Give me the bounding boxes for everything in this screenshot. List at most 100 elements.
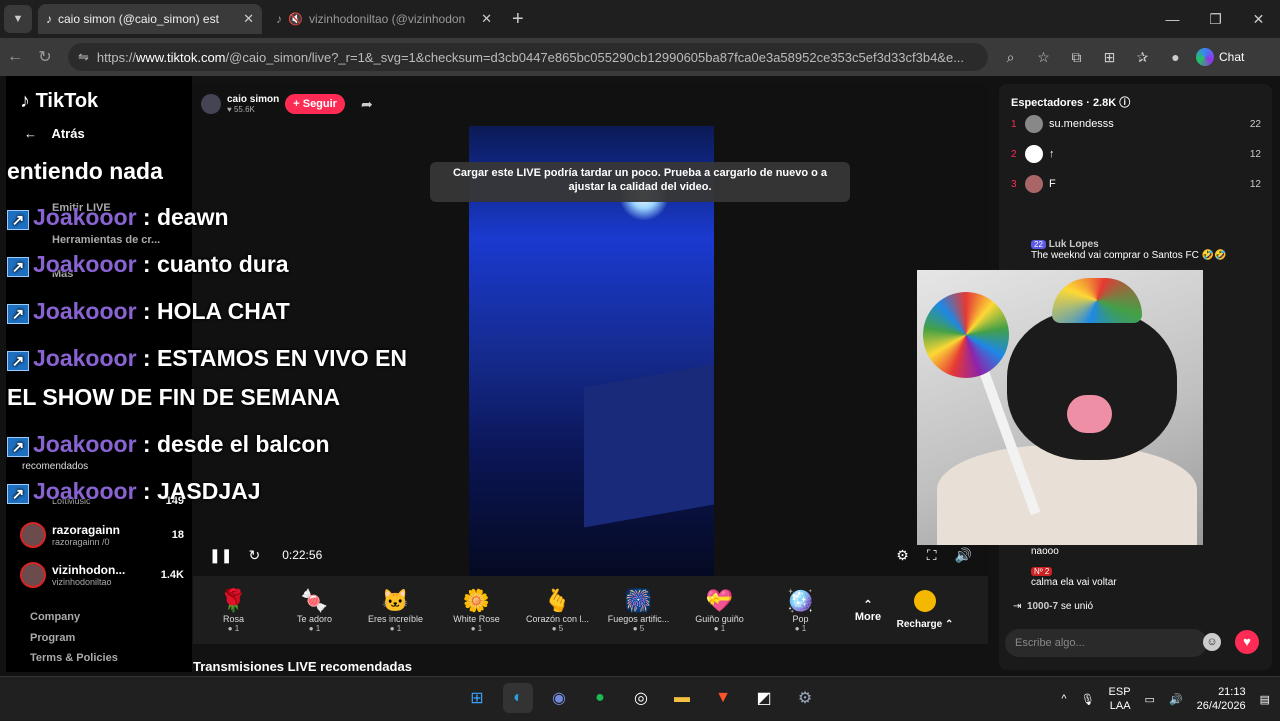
copilot-chat-button[interactable]: Chat: [1196, 48, 1244, 66]
gift-cost: ● 1: [470, 623, 483, 633]
gift-item[interactable]: 🌼 White Rose ● 1: [436, 588, 517, 633]
show-hidden-icons-icon[interactable]: ^: [1061, 693, 1066, 705]
viewer-score: 12: [1249, 148, 1261, 160]
recommended-item-vizinhodon[interactable]: vizinhodon... vizinhodoniltao 1.4K: [20, 560, 184, 590]
host-name[interactable]: caio simon: [227, 94, 279, 105]
gift-item[interactable]: 🪩 Pop ● 1: [760, 588, 841, 633]
zoom-icon[interactable]: ⌕: [994, 49, 1027, 66]
tab-actions-menu-icon[interactable]: ▼: [4, 5, 32, 33]
reload-icon[interactable]: ↻: [30, 47, 60, 67]
gift-item[interactable]: 💝 Guiño guiño ● 1: [679, 588, 760, 633]
footer-company-link[interactable]: Company: [30, 611, 80, 623]
emoji-icon[interactable]: ☺: [1203, 633, 1221, 651]
more-gifts-button[interactable]: ⌃ More: [841, 598, 895, 623]
favorites-icon[interactable]: ✰: [1126, 49, 1159, 66]
viewer-score: 12: [1249, 178, 1261, 190]
gift-item[interactable]: 🫰 Corazón con l... ● 5: [517, 588, 598, 633]
back-link[interactable]: ← Atrás: [24, 126, 85, 141]
host-avatar[interactable]: [201, 94, 221, 114]
chat-message: naooo: [1031, 546, 1059, 557]
tiktok-logo[interactable]: ♪ TikTok: [20, 90, 98, 113]
overlay-text: : deawn: [136, 204, 229, 230]
close-window-icon[interactable]: ✕: [1237, 0, 1280, 38]
refresh-icon[interactable]: ↻: [248, 547, 260, 564]
chat-user[interactable]: Luk Lopes: [1049, 239, 1099, 250]
gift-item[interactable]: 🎆 Fuegos artific... ● 5: [598, 588, 679, 633]
tab-vizinhodoniltao[interactable]: ♪ 🔇 vizinhodoniltao (@vizinhodon ✕: [268, 4, 500, 34]
volume-icon[interactable]: 🔊: [955, 547, 972, 564]
brave-icon[interactable]: ▼: [708, 683, 738, 713]
favorite-star-icon[interactable]: ☆: [1027, 49, 1060, 66]
close-tab-icon[interactable]: ✕: [243, 11, 254, 27]
chat-input[interactable]: Escribe algo...: [1005, 629, 1207, 657]
recharge-button[interactable]: Recharge ⌃: [895, 590, 955, 630]
like-heart-icon[interactable]: ♥: [1235, 630, 1259, 654]
gift-item[interactable]: 🌹 Rosa ● 1: [193, 588, 274, 633]
viewers-heading: Espectadores · 2.8K ⓘ: [1011, 97, 1131, 109]
viewer-row[interactable]: 3 F 12: [1011, 174, 1261, 194]
address-bar[interactable]: ⇋ https://www.tiktok.com/@caio_simon/liv…: [68, 43, 988, 71]
new-tab-icon[interactable]: +: [512, 8, 524, 31]
gift-icon: 🎆: [624, 587, 653, 613]
chat-badge-icon: ↗: [7, 484, 29, 504]
close-tab-icon[interactable]: ✕: [481, 11, 492, 27]
settings-gear-icon[interactable]: ⚙: [896, 547, 909, 564]
chat-badge-icon: ↗: [7, 437, 29, 457]
dog-tongue: [1067, 395, 1112, 433]
avatar: [1025, 175, 1043, 193]
recommended-item-razoragainn[interactable]: razoragainn razoragainn /0 18: [20, 520, 184, 550]
footer-program-link[interactable]: Program: [30, 632, 75, 644]
chat-message: Nº 2 calma ela vai voltar: [1031, 566, 1280, 588]
join-notice: ⇥ 1000-7 se unió: [1013, 601, 1094, 612]
back-arrow-icon[interactable]: ←: [0, 48, 30, 66]
obs-icon[interactable]: ◎: [626, 683, 656, 713]
overlay-chat-line: EL SHOW DE FIN DE SEMANA: [7, 384, 340, 411]
profile-avatar-icon[interactable]: ●: [1159, 49, 1192, 66]
restore-icon[interactable]: ❐: [1194, 0, 1237, 38]
extensions-icon[interactable]: ⧉: [1060, 49, 1093, 66]
gift-cost: ● 5: [551, 623, 564, 633]
app-icon[interactable]: ◩: [749, 683, 779, 713]
muted-icon[interactable]: 🔇: [288, 12, 303, 26]
gift-item[interactable]: 🍬 Te adoro ● 1: [274, 588, 355, 633]
site-info-icon[interactable]: ⇋: [78, 49, 89, 65]
network-icon[interactable]: ▭: [1145, 693, 1155, 706]
pause-icon[interactable]: ❚❚: [209, 547, 232, 564]
notifications-icon[interactable]: ▤: [1260, 693, 1270, 706]
nav-creator-tools[interactable]: Herramientas de cr...: [52, 234, 160, 246]
overlay-chat-line: ↗ Joakooor : HOLA CHAT: [7, 298, 290, 325]
discord-icon[interactable]: ◉: [544, 683, 574, 713]
split-screen-icon[interactable]: ⊞: [1093, 49, 1126, 66]
gift-icon: 🌼: [462, 587, 491, 613]
gift-icon: 💝: [705, 587, 734, 613]
share-icon[interactable]: ➦: [361, 96, 373, 113]
viewer-row[interactable]: 2 ↑ 12: [1011, 144, 1261, 164]
follow-button[interactable]: + Seguir: [285, 94, 345, 114]
rec-count: 1.4K: [160, 569, 184, 581]
gift-icon: 🪩: [786, 587, 815, 613]
fullscreen-icon[interactable]: ⛶: [927, 547, 937, 564]
tab-caio-simon[interactable]: ♪ caio simon (@caio_simon) est ✕: [38, 4, 262, 34]
recommended-live-heading: Transmisiones LIVE recomendadas: [193, 659, 412, 674]
footer-terms-link[interactable]: Terms & Policies: [30, 652, 118, 664]
clock[interactable]: 21:13 26/4/2026: [1197, 685, 1246, 713]
spotify-icon[interactable]: ●: [585, 683, 615, 713]
gift-name: Te adoro: [296, 613, 333, 624]
viewer-score: 22: [1249, 118, 1261, 130]
windows-start-icon[interactable]: ⊞: [462, 683, 492, 713]
overlay-chat-line: ↗ Joakooor : desde el balcon: [7, 431, 330, 458]
gift-name: Guiño guiño: [695, 613, 744, 624]
language-indicator[interactable]: ESP LAA: [1109, 685, 1131, 713]
speaker-icon[interactable]: 🔊: [1169, 693, 1183, 706]
address-toolbar: ← ↻ ⇋ https://www.tiktok.com/@caio_simon…: [0, 38, 1280, 76]
file-explorer-icon[interactable]: ▬: [667, 683, 697, 713]
settings-icon[interactable]: ⚙: [790, 683, 820, 713]
gift-item[interactable]: 🐱 Eres increíble ● 1: [355, 588, 436, 633]
viewer-row[interactable]: 1 su.mendesss 22: [1011, 114, 1261, 134]
elapsed-time: 0:22:56: [282, 548, 323, 562]
live-stage: caio simon ♥ 55.6K + Seguir ➦: [193, 84, 988, 576]
edge-icon[interactable]: ◐: [503, 683, 533, 713]
microphone-icon[interactable]: 🎙: [1081, 693, 1095, 706]
minimize-icon[interactable]: —: [1151, 0, 1194, 38]
gift-cost: ● 1: [308, 623, 321, 633]
